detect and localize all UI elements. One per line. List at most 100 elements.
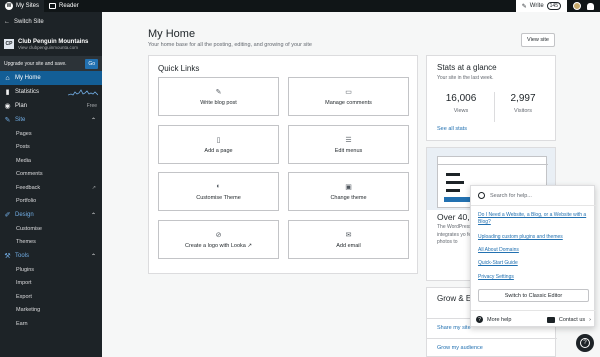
plan-icon: ◉ [4, 103, 11, 110]
more-help-button[interactable]: ? More help [476, 316, 511, 323]
views-label: Views [453, 108, 469, 114]
sidebar-item-plugins[interactable]: Plugins [0, 263, 102, 277]
stats-sparkline-icon [68, 89, 98, 96]
sidebar-item-earn[interactable]: Earn [0, 317, 102, 331]
quick-link-label: Change theme [330, 194, 367, 201]
site-info[interactable]: CP Club Penguin Mountains View clubpengu… [0, 32, 102, 56]
quick-link-create-logo[interactable]: ⊘ Create a logo with Looka ↗ [158, 220, 279, 259]
chevron-right-icon: › [589, 316, 591, 323]
quick-link-label: Edit menus [334, 147, 363, 154]
quick-link-add-email[interactable]: ✉ Add email [288, 220, 409, 259]
sidebar-item-tools[interactable]: ⚒ Tools ⌃ [0, 249, 102, 263]
help-link[interactable]: Do I Need a Website, a Blog, or a Websit… [478, 212, 588, 226]
chat-icon [546, 316, 555, 323]
write-label: Write [529, 3, 544, 9]
help-popover: Search for help... Do I Need a Website, … [470, 185, 596, 327]
upgrade-banner[interactable]: Upgrade your site and save. Go [0, 56, 102, 71]
notifications-bell-icon[interactable] [587, 2, 594, 10]
sidebar-item-import[interactable]: Import [0, 277, 102, 291]
mail-icon: ✉ [345, 231, 352, 239]
sidebar-item-export[interactable]: Export [0, 290, 102, 304]
switch-classic-editor-button[interactable]: Switch to Classic Editor [478, 289, 589, 302]
external-link-icon: ↗ [91, 184, 96, 191]
sidebar-item-posts[interactable]: Posts [0, 141, 102, 155]
sidebar-item-stats[interactable]: ▮ Statistics [0, 85, 102, 99]
sidebar-item-pages[interactable]: Pages [0, 127, 102, 141]
reader-button[interactable]: Reader [44, 0, 84, 12]
quick-link-edit-menus[interactable]: ☰ Edit menus [288, 125, 409, 164]
sidebar: ← Switch Site CP Club Penguin Mountains … [0, 12, 102, 357]
stats-icon: ▮ [5, 89, 10, 96]
write-icon: ✎ [521, 3, 527, 10]
my-sites-label: My Sites [16, 3, 40, 9]
top-bar: W My Sites Reader ✎ Write 145 [0, 0, 600, 12]
logo-icon: ⊘ [215, 231, 222, 239]
avatar[interactable] [573, 2, 581, 10]
search-icon [478, 192, 485, 199]
promo-title: Over 40,0 [437, 212, 475, 222]
quick-link-label: Write blog post [200, 99, 237, 106]
sidebar-item-marketing[interactable]: Marketing [0, 304, 102, 318]
my-sites-button[interactable]: W My Sites [0, 0, 45, 12]
help-link[interactable]: Quick-Start Guide [478, 260, 588, 267]
sidebar-item-label: Feedback [16, 184, 41, 191]
menu-icon: ☰ [345, 136, 352, 144]
sidebar-item-label: Tools [15, 253, 30, 259]
site-logo-icon: CP [4, 39, 14, 49]
help-search-input[interactable]: Search for help... [490, 193, 532, 199]
sidebar-item-customise[interactable]: Customise [0, 222, 102, 236]
quick-link-label: Add a page [204, 147, 233, 154]
quick-link-change-theme[interactable]: ▣ Change theme [288, 172, 409, 211]
site-url[interactable]: View clubpenguinmounta.com [18, 45, 88, 50]
palette-icon: ◐ [216, 183, 221, 190]
quick-link-manage-comments[interactable]: ▭ Manage comments [288, 77, 409, 116]
page-title: My Home [148, 28, 196, 40]
see-all-stats-link[interactable]: See all stats [437, 126, 467, 132]
sidebar-item-feedback[interactable]: Feedback ↗ [0, 181, 102, 195]
switch-site-label: Switch Site [14, 19, 44, 25]
upgrade-text: Upgrade your site and save. [4, 60, 67, 67]
chevron-up-icon: ⌃ [90, 117, 96, 124]
write-button[interactable]: ✎ Write 145 [515, 0, 567, 12]
site-name: Club Penguin Mountains [18, 38, 89, 45]
chevron-up-icon: ⌃ [90, 212, 96, 219]
arrow-left-icon: ← [4, 19, 10, 25]
switch-site-button[interactable]: ← Switch Site [0, 12, 102, 32]
sidebar-item-plan[interactable]: ◉ Plan Free [0, 99, 102, 113]
divider [427, 338, 557, 339]
home-icon: ⌂ [5, 74, 10, 82]
share-site-link[interactable]: Share my site [437, 325, 471, 331]
sidebar-item-label: Statistics [15, 89, 40, 95]
help-fab-button[interactable]: ? [576, 334, 594, 352]
sidebar-item-media[interactable]: Media [0, 154, 102, 168]
help-link[interactable]: Uploading custom plugins and themes [478, 234, 588, 241]
contact-us-button[interactable]: Contact us › [546, 316, 591, 323]
sidebar-item-themes[interactable]: Themes [0, 236, 102, 250]
view-site-button[interactable]: View site [521, 33, 555, 47]
help-link[interactable]: Privacy Settings [478, 274, 588, 281]
quick-link-write-blog-post[interactable]: ✎ Write blog post [158, 77, 279, 116]
reader-label: Reader [59, 3, 79, 9]
quick-link-add-page[interactable]: ▯ Add a page [158, 125, 279, 164]
help-icon: ? [580, 338, 590, 348]
upgrade-go-button[interactable]: Go [85, 58, 98, 69]
sidebar-item-comments[interactable]: Comments [0, 168, 102, 182]
grow-audience-link[interactable]: Grow my audience [437, 345, 483, 351]
pencil-icon: ✎ [215, 88, 222, 96]
quick-link-customise-theme[interactable]: ◐ Customise Theme [158, 172, 279, 211]
sidebar-item-portfolio[interactable]: Portfolio [0, 195, 102, 209]
sidebar-item-label: Design [15, 212, 34, 218]
quick-link-label: Add email [336, 242, 361, 249]
stats-title: Stats at a glance [437, 63, 497, 72]
help-link[interactable]: All About Domains [478, 247, 588, 254]
page-subtitle: Your home base for all the posting, edit… [148, 42, 312, 48]
sidebar-item-site[interactable]: ✎ Site ⌃ [0, 113, 102, 127]
help-search[interactable]: Search for help... [471, 186, 596, 206]
sidebar-item-design[interactable]: ✐ Design ⌃ [0, 208, 102, 222]
sidebar-item-my-home[interactable]: ⌂ My Home [0, 71, 102, 85]
question-icon: ? [476, 316, 483, 323]
quick-link-label: Customise Theme [196, 194, 241, 201]
brush-icon: ✐ [4, 212, 11, 219]
wordpress-icon: W [5, 2, 13, 10]
quick-link-label: Manage comments [325, 99, 372, 106]
